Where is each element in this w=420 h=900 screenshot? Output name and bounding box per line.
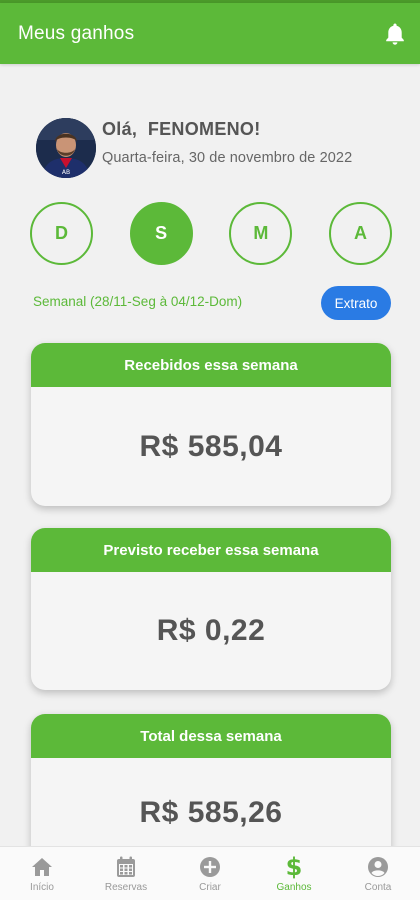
card-value: R$ 0,22 (156, 614, 266, 647)
nav-label: Conta (364, 882, 392, 893)
svg-text:$: $ (286, 854, 302, 880)
card-title: Previsto receber essa semana (31, 528, 391, 572)
nav-item-ganhos[interactable]: $ Ganhos (252, 854, 336, 893)
nav-item-criar[interactable]: Criar (168, 854, 252, 893)
avatar: AB (36, 118, 96, 178)
greeting-line: Olá, FENOMENO! (102, 119, 352, 140)
greeting-word: Olá, (102, 119, 138, 139)
period-day-button[interactable]: D (30, 202, 93, 265)
card-title: Total dessa semana (31, 714, 391, 758)
received-card: Recebidos essa semana R$ 585,04 (31, 343, 391, 506)
home-icon (31, 854, 53, 880)
card-value: R$ 585,04 (139, 429, 283, 463)
card-title: Recebidos essa semana (31, 343, 391, 387)
nav-item-conta[interactable]: Conta (336, 854, 420, 893)
date-range-label: Semanal (28/11-Seg à 04/12-Dom) (33, 294, 243, 309)
expected-card: Previsto receber essa semana R$ 0,22 (31, 528, 391, 690)
nav-item-reservas[interactable]: Reservas (84, 854, 168, 893)
nav-label: Criar (199, 882, 221, 893)
current-date: Quarta-feira, 30 de novembro de 2022 (102, 150, 353, 166)
greeting-block: Olá, FENOMENO! Quarta-feira, 30 de novem… (102, 119, 352, 166)
calendar-icon (116, 854, 136, 880)
user-name: FENOMENO! (147, 119, 261, 139)
bell-icon[interactable] (380, 19, 410, 49)
add-circle-icon (199, 854, 221, 880)
period-selector: D S M A (30, 202, 392, 265)
account-icon (367, 854, 389, 880)
nav-label: Reservas (104, 882, 148, 893)
period-week-button[interactable]: S (129, 202, 193, 265)
dollar-icon: $ (286, 854, 302, 880)
bottom-nav: Início Reservas Criar $ Ganhos Conta (0, 846, 420, 900)
nav-item-inicio[interactable]: Início (0, 854, 84, 893)
nav-label: Ganhos (276, 882, 312, 893)
app-bar: Meus ganhos (0, 3, 420, 64)
page-title: Meus ganhos (18, 22, 135, 44)
nav-label: Início (30, 882, 54, 893)
svg-text:AB: AB (62, 169, 70, 176)
period-month-button[interactable]: M (229, 202, 293, 265)
extrato-button[interactable]: Extrato (321, 286, 391, 320)
profile-section: AB Olá, FENOMENO! Quarta-feira, 30 de no… (36, 118, 352, 178)
period-year-button[interactable]: A (328, 202, 392, 265)
